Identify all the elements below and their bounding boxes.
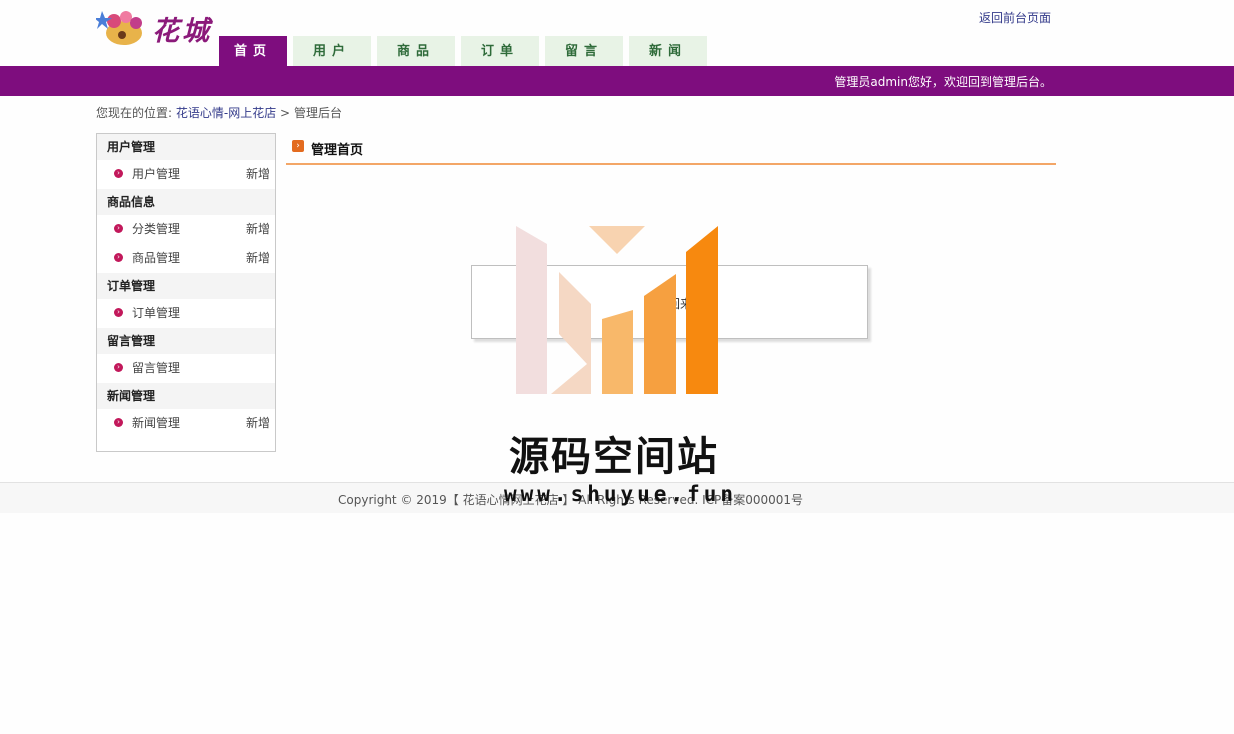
- sidebar-item-product-management[interactable]: › 商品管理 新增: [97, 244, 275, 273]
- breadcrumb-separator: >: [280, 106, 291, 120]
- top-bar: 管理员admin您好，欢迎回到管理后台。: [0, 66, 1234, 96]
- sidebar-item-news-management[interactable]: › 新闻管理 新增: [97, 409, 275, 438]
- bullet-arrow-icon: ›: [114, 224, 123, 233]
- main-panel-header: › 管理首页: [286, 136, 1056, 165]
- breadcrumb-prefix: 您现在的位置:: [96, 106, 173, 120]
- tab-orders[interactable]: 订单: [461, 36, 539, 66]
- logo-text: 花城: [152, 16, 212, 47]
- add-user-link[interactable]: 新增: [246, 160, 270, 189]
- tab-products[interactable]: 商品: [377, 36, 455, 66]
- tab-messages[interactable]: 留言: [545, 36, 623, 66]
- bullet-arrow-icon: ›: [114, 363, 123, 372]
- breadcrumb: 您现在的位置: 花语心情-网上花店 > 管理后台: [96, 104, 342, 121]
- sidebar-item-label[interactable]: 留言管理: [132, 361, 180, 375]
- sidebar-item-label[interactable]: 新闻管理: [132, 416, 180, 430]
- flower-icon: [96, 11, 142, 45]
- bullet-arrow-icon: ›: [114, 169, 123, 178]
- page-title: 管理首页: [311, 143, 364, 158]
- main-nav-tabs: 首页 用户 商品 订单 留言 新闻: [219, 36, 713, 66]
- breadcrumb-current: 管理后台: [293, 106, 342, 120]
- watermark-m-icon: [516, 226, 718, 394]
- tab-news[interactable]: 新闻: [629, 36, 707, 66]
- arrow-right-icon: ›: [292, 140, 304, 152]
- sidebar-item-label[interactable]: 订单管理: [132, 306, 180, 320]
- sidebar-item-label[interactable]: 分类管理: [132, 222, 180, 236]
- watermark-url: www.shuyue.fun: [504, 482, 738, 506]
- sidebar-section-products: 商品信息: [97, 189, 275, 215]
- bullet-arrow-icon: ›: [114, 308, 123, 317]
- sidebar-item-user-management[interactable]: › 用户管理 新增: [97, 160, 275, 189]
- sidebar-item-label[interactable]: 用户管理: [132, 167, 180, 181]
- back-to-frontend-link[interactable]: 返回前台页面: [979, 9, 1051, 26]
- sidebar-item-label[interactable]: 商品管理: [132, 251, 180, 265]
- site-logo[interactable]: 花城: [96, 5, 218, 47]
- add-category-link[interactable]: 新增: [246, 215, 270, 244]
- watermark-title: 源码空间站: [509, 434, 719, 480]
- sidebar-item-message-management[interactable]: › 留言管理: [97, 354, 275, 383]
- tab-home[interactable]: 首页: [219, 36, 287, 66]
- add-news-link[interactable]: 新增: [246, 409, 270, 438]
- bullet-arrow-icon: ›: [114, 418, 123, 427]
- breadcrumb-site-link[interactable]: 花语心情-网上花店: [176, 106, 276, 120]
- sidebar-item-order-management[interactable]: › 订单管理: [97, 299, 275, 328]
- header: 花城 返回前台页面 首页 用户 商品 订单 留言 新闻: [0, 0, 1234, 66]
- welcome-text: 管理员admin您好，欢迎回到管理后台。: [834, 75, 1052, 89]
- sidebar-section-users: 用户管理: [97, 134, 275, 160]
- sidebar-item-category-management[interactable]: › 分类管理 新增: [97, 215, 275, 244]
- add-product-link[interactable]: 新增: [246, 244, 270, 273]
- sidebar: 用户管理 › 用户管理 新增 商品信息 › 分类管理 新增 › 商品管理 新增 …: [96, 133, 276, 452]
- sidebar-section-messages: 留言管理: [97, 328, 275, 354]
- tab-users[interactable]: 用户: [293, 36, 371, 66]
- bullet-arrow-icon: ›: [114, 253, 123, 262]
- sidebar-section-orders: 订单管理: [97, 273, 275, 299]
- sidebar-section-news: 新闻管理: [97, 383, 275, 409]
